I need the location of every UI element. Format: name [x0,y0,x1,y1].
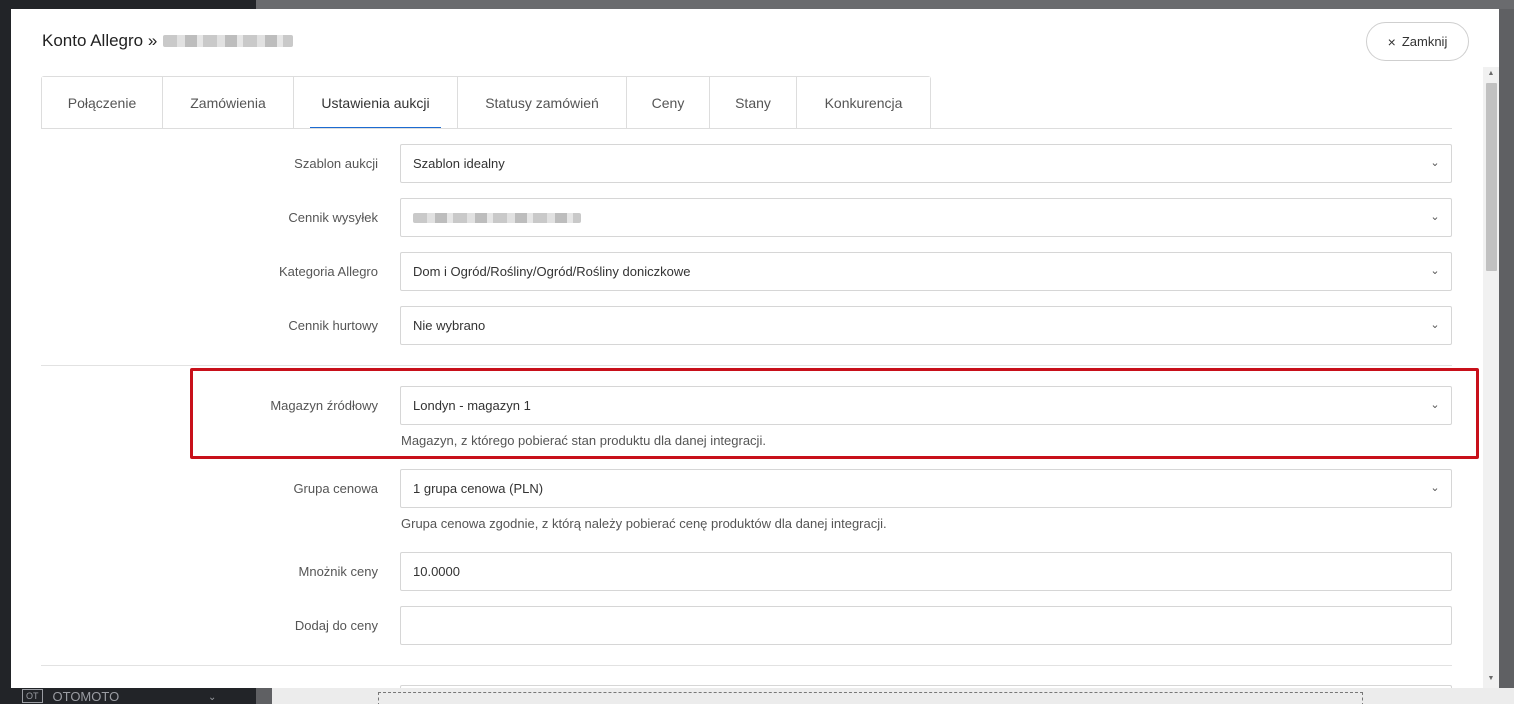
account-settings-modal: Konto Allegro » × Zamknij Połączenie Zam… [11,9,1499,688]
tab-label: Statusy zamówień [485,95,599,111]
tab-polaczenie[interactable]: Połączenie [42,77,163,129]
background-topbar [256,0,1514,9]
close-icon: × [1387,33,1396,50]
chevron-down-icon: ⌄ [1430,157,1440,169]
tab-label: Połączenie [67,95,137,111]
tab-statusy-zamowien[interactable]: Statusy zamówień [458,77,627,129]
magazyn-zrodlowy-help: Magazyn, z którego pobierać stan produkt… [401,433,766,448]
tab-label: Konkurencja [824,95,903,111]
chevron-down-icon: ⌄ [208,692,217,703]
modal-title: Konto Allegro » [42,31,294,51]
magazyn-zrodlowy-label: Magazyn źródłowy [270,398,378,413]
modal-title-text: Konto Allegro » [42,31,158,50]
scrollbar-thumb[interactable] [1486,83,1497,271]
mnoznik-ceny-label: Mnożnik ceny [298,564,378,579]
chevron-down-icon: ⌄ [1430,265,1440,277]
tab-label: Ceny [651,95,685,111]
tab-label: Zamówienia [190,95,266,111]
close-button-label: Zamknij [1401,34,1448,49]
tab-label: Stany [735,95,771,111]
dodaj-do-ceny-label: Dodaj do ceny [294,618,378,633]
tabs-divider [41,128,1452,129]
tab-zamowienia[interactable]: Zamówienia [163,77,294,129]
chevron-down-icon: ⌄ [1430,399,1440,411]
scroll-up-arrow-icon[interactable]: ▲ [1483,67,1499,81]
kategoria-allegro-select[interactable]: Dom i Ogród/Rośliny/Ogród/Rośliny donicz… [400,252,1452,291]
cennik-hurtowy-label: Cennik hurtowy [288,318,378,333]
next-field-partial[interactable] [400,685,1452,688]
chevron-down-icon: ⌄ [1430,319,1440,331]
cennik-wysylek-select[interactable]: ⌄ [400,198,1452,237]
tab-ceny[interactable]: Ceny [627,77,710,129]
cennik-hurtowy-select[interactable]: Nie wybrano ⌄ [400,306,1452,345]
dodaj-do-ceny-input[interactable] [400,606,1452,645]
tab-bar: Połączenie Zamówienia Ustawienia aukcji … [41,76,931,129]
szablon-aukcji-label: Szablon aukcji [294,156,378,171]
szablon-aukcji-value: Szablon idealny [413,156,505,171]
section-divider [41,665,1452,666]
sidebar-item-label: OTOMOTO [52,688,120,704]
tab-label: Ustawienia aukcji [321,95,430,111]
sidebar-item-otomoto[interactable]: OT OTOMOTO [22,688,119,704]
section-divider [41,365,1452,366]
kategoria-allegro-label: Kategoria Allegro [278,264,378,279]
tab-ustawienia-aukcji[interactable]: Ustawienia aukcji [294,77,458,129]
cennik-wysylek-label: Cennik wysyłek [288,210,378,225]
mnoznik-ceny-input[interactable]: 10.0000 [400,552,1452,591]
kategoria-allegro-value: Dom i Ogród/Rośliny/Ogród/Rośliny donicz… [413,264,691,279]
otomoto-badge: OT [22,689,43,703]
grupa-cenowa-label: Grupa cenowa [293,481,378,496]
cennik-hurtowy-value: Nie wybrano [413,318,486,333]
background-dashed-box [378,692,1363,704]
szablon-aukcji-select[interactable]: Szablon idealny ⌄ [400,144,1452,183]
magazyn-zrodlowy-select[interactable]: Londyn - magazyn 1 ⌄ [400,386,1452,425]
chevron-down-icon: ⌄ [1430,211,1440,223]
tab-stany[interactable]: Stany [710,77,797,129]
grupa-cenowa-help: Grupa cenowa zgodnie, z którą należy pob… [401,516,887,531]
grupa-cenowa-value: 1 grupa cenowa (PLN) [413,481,544,496]
magazyn-zrodlowy-value: Londyn - magazyn 1 [413,398,531,413]
mnoznik-ceny-value: 10.0000 [413,564,460,579]
close-button[interactable]: × Zamknij [1366,22,1469,61]
chevron-down-icon: ⌄ [1430,482,1440,494]
tab-konkurencja[interactable]: Konkurencja [797,77,930,129]
redacted-account-name [163,35,294,47]
scroll-down-arrow-icon[interactable]: ▼ [1483,672,1499,686]
grupa-cenowa-select[interactable]: 1 grupa cenowa (PLN) ⌄ [400,469,1452,508]
redacted-shipping-price-list [413,212,581,223]
